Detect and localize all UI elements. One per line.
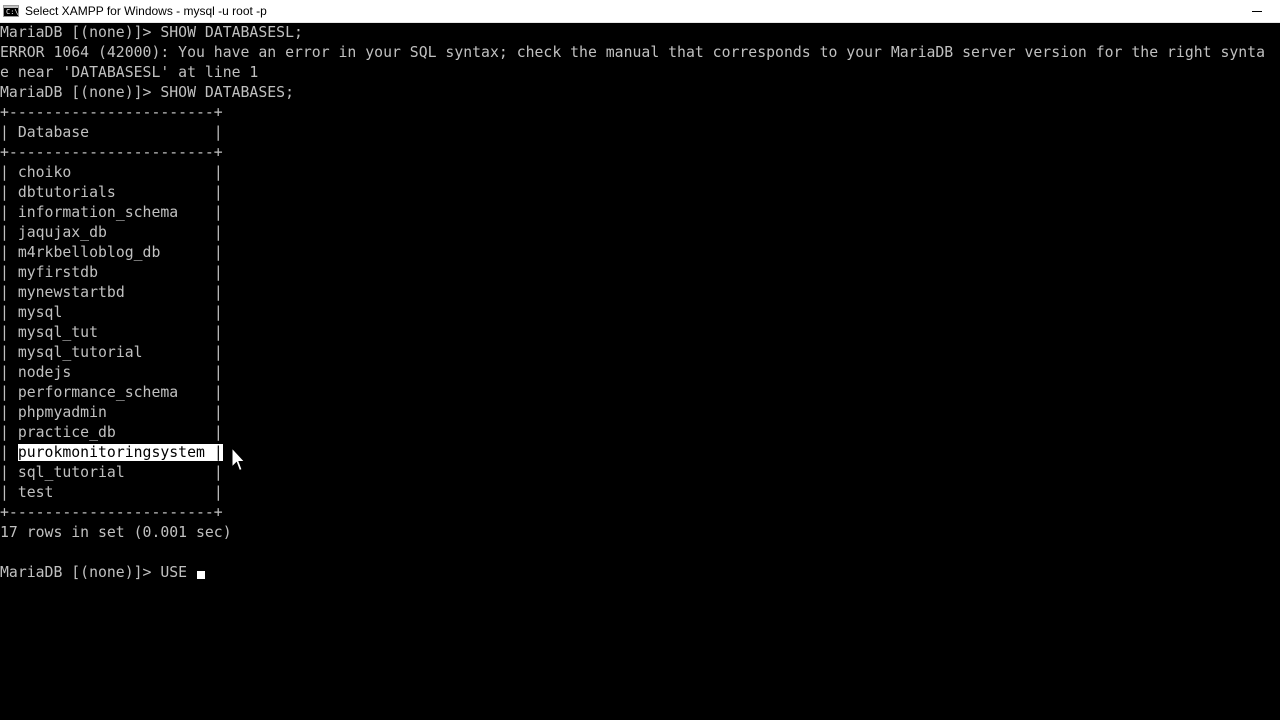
- table-row: | jaqujax_db |: [0, 224, 223, 241]
- table-cell-database: purokmonitoringsystem: [17, 444, 205, 461]
- table-cell-database: performance_schema: [17, 384, 179, 401]
- title-bar[interactable]: C:\ Select XAMPP for Windows - mysql -u …: [0, 0, 1280, 23]
- selected-text[interactable]: purokmonitoringsystem |: [17, 444, 223, 461]
- table-cell-database: dbtutorials: [17, 184, 116, 201]
- console-line: MariaDB [(none)]> SHOW DATABASESL;: [0, 24, 303, 41]
- table-row: | mynewstartbd |: [0, 284, 223, 301]
- table-row: | mysql_tut |: [0, 324, 223, 341]
- input-line[interactable]: MariaDB [(none)]> USE: [0, 563, 1280, 583]
- table-cell-database: choiko: [17, 164, 72, 181]
- console-line: ERROR 1064 (42000): You have an error in…: [0, 44, 1266, 61]
- console-output[interactable]: MariaDB [(none)]> SHOW DATABASESL; ERROR …: [0, 23, 1280, 720]
- table-cell-database: test: [17, 484, 54, 501]
- command-prompt: MariaDB [(none)]> USE: [0, 564, 196, 581]
- table-cell-database: mysql_tut: [17, 324, 99, 341]
- table-row: | sql_tutorial |: [0, 464, 223, 481]
- table-row: | myfirstdb |: [0, 264, 223, 281]
- table-row: | nodejs |: [0, 364, 223, 381]
- minimize-icon: [1252, 11, 1262, 12]
- text-cursor: [197, 571, 205, 579]
- table-cell-database: information_schema: [17, 204, 179, 221]
- table-cell-database: nodejs: [17, 364, 72, 381]
- table-cell-database: jaqujax_db: [17, 224, 107, 241]
- table-row: | mysql_tutorial |: [0, 344, 223, 361]
- mouse-pointer-icon: [231, 447, 245, 472]
- table-cell-database: m4rkbelloblog_db: [17, 244, 161, 261]
- console-line: MariaDB [(none)]> SHOW DATABASES;: [0, 84, 294, 101]
- console-line: e near 'DATABASESL' at line 1: [0, 64, 259, 81]
- table-border: +-----------------------+: [0, 144, 223, 161]
- table-cell-database: mysql_tutorial: [17, 344, 143, 361]
- minimize-button[interactable]: [1234, 0, 1280, 23]
- table-row: | mysql |: [0, 304, 223, 321]
- table-row: | practice_db |: [0, 424, 223, 441]
- console-icon-glyph: C:\: [6, 8, 19, 16]
- table-border: +-----------------------+: [0, 104, 223, 121]
- table-cell-database: sql_tutorial: [17, 464, 125, 481]
- table-row: | test |: [0, 484, 223, 501]
- result-summary: 17 rows in set (0.001 sec): [0, 524, 232, 541]
- window-title: Select XAMPP for Windows - mysql -u root…: [25, 4, 267, 18]
- table-cell-database: mynewstartbd: [17, 284, 125, 301]
- table-row: | choiko |: [0, 164, 223, 181]
- table-cell-database: mysql: [17, 304, 63, 321]
- table-row: | performance_schema |: [0, 384, 223, 401]
- console-icon[interactable]: C:\: [3, 5, 19, 17]
- table-row: | information_schema |: [0, 204, 223, 221]
- table-header: | Database |: [0, 124, 223, 141]
- console-window: C:\ Select XAMPP for Windows - mysql -u …: [0, 0, 1280, 720]
- table-cell-database: myfirstdb: [17, 264, 99, 281]
- table-row: | purokmonitoringsystem |: [0, 444, 223, 461]
- table-row: | dbtutorials |: [0, 184, 223, 201]
- table-row: | phpmyadmin |: [0, 404, 223, 421]
- table-row: | m4rkbelloblog_db |: [0, 244, 223, 261]
- table-border: +-----------------------+: [0, 504, 223, 521]
- table-cell-database: practice_db: [17, 424, 116, 441]
- table-cell-database: phpmyadmin: [17, 404, 107, 421]
